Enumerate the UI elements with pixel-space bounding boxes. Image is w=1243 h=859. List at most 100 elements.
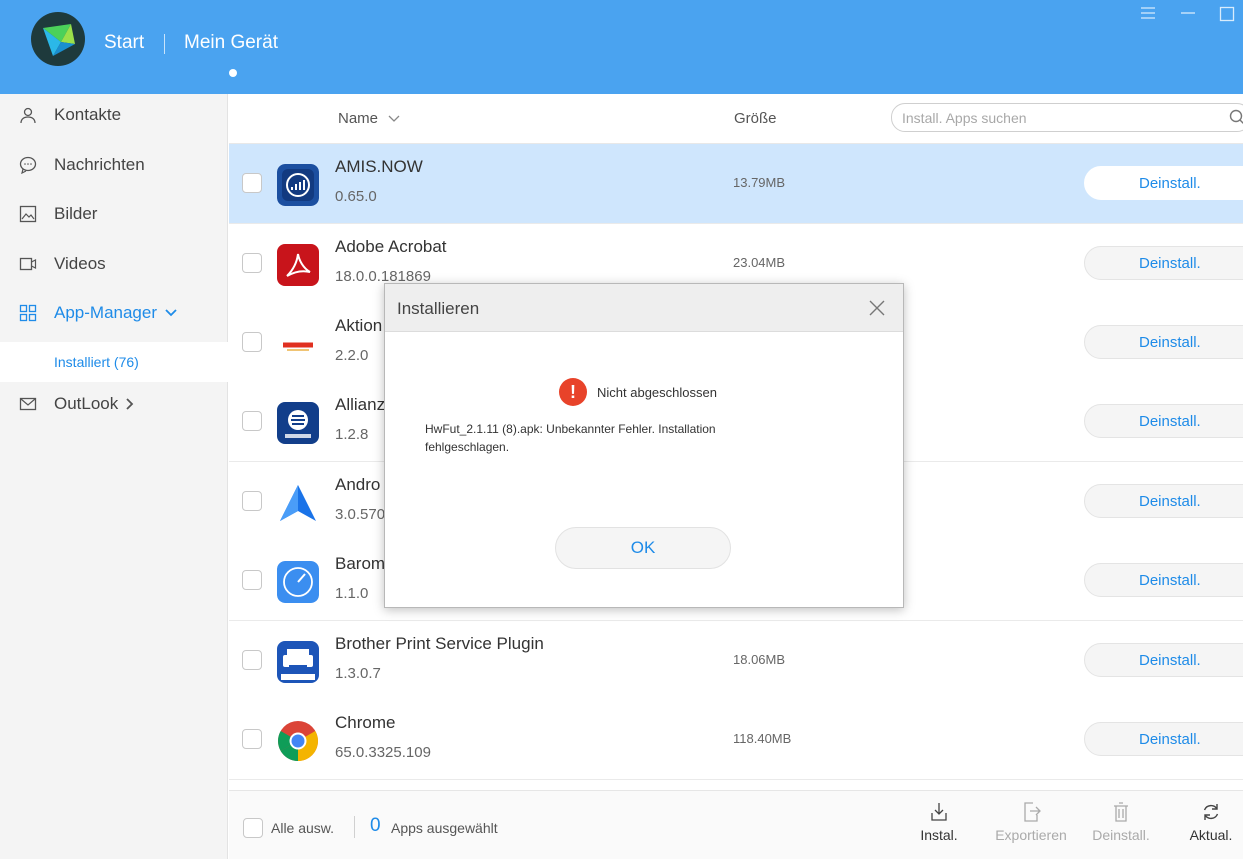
app-version: 1.2.8 (335, 426, 369, 443)
error-status: ! Nicht abgeschlossen (559, 378, 717, 406)
uninstall-button[interactable]: Deinstall. (1084, 722, 1243, 756)
app-logo-icon (31, 12, 85, 66)
image-icon (18, 204, 38, 224)
app-name: Chrome (335, 713, 396, 732)
chrome-app-icon (277, 720, 319, 762)
error-message: HwFut_2.1.11 (8).apk: Unbekannter Fehler… (425, 422, 716, 454)
install-icon (929, 801, 949, 823)
uninstall-button[interactable]: Deinstall. (1084, 484, 1243, 518)
row-checkbox[interactable] (242, 570, 262, 590)
close-icon[interactable] (867, 298, 887, 318)
chevron-down-icon (388, 115, 400, 123)
footer-divider (354, 816, 355, 838)
error-title: Nicht abgeschlossen (597, 384, 717, 400)
uninstall-button[interactable]: Deinstall. (1084, 404, 1243, 438)
sidebar-item-videos[interactable]: Videos (0, 244, 228, 284)
table-header: Name Größe (229, 94, 1243, 144)
row-checkbox[interactable] (242, 650, 262, 670)
sidebar-item-outlook[interactable]: OutLook (0, 384, 228, 424)
row-checkbox[interactable] (242, 173, 262, 193)
minimize-icon[interactable] (1180, 6, 1196, 25)
maximize-icon[interactable] (1219, 6, 1235, 27)
dialog-title: Installieren (397, 299, 480, 318)
app-name: Brother Print Service Plugin (335, 634, 544, 653)
chevron-right-icon (126, 398, 134, 410)
export-icon (1021, 801, 1041, 823)
uninstall-selected-button[interactable]: Deinstall. (1085, 801, 1157, 843)
app-name: Barom (335, 554, 386, 573)
trash-icon (1111, 801, 1131, 823)
search-input[interactable] (891, 103, 1243, 132)
action-bar: Alle ausw. 0 Apps ausgewählt Instal. Exp… (229, 790, 1243, 859)
row-checkbox[interactable] (242, 729, 262, 749)
export-label: Exportieren (995, 827, 1067, 843)
person-icon (18, 105, 38, 125)
sidebar-item-label: OutLook (54, 394, 119, 413)
column-name-label: Name (338, 110, 379, 127)
install-button[interactable]: Instal. (911, 801, 967, 843)
uninstall-button[interactable]: Deinstall. (1084, 166, 1243, 200)
sidebar-subitem-installed[interactable]: Installiert (76) (0, 342, 228, 382)
nav-start[interactable]: Start (104, 32, 144, 54)
barometer-app-icon (277, 561, 319, 603)
uninstall-button[interactable]: Deinstall. (1084, 325, 1243, 359)
row-checkbox[interactable] (242, 411, 262, 431)
app-version: 1.3.0.7 (335, 665, 381, 682)
amis-now-app-icon (277, 164, 319, 206)
row-checkbox[interactable] (242, 491, 262, 511)
select-all-checkbox[interactable] (243, 818, 263, 838)
video-icon (18, 254, 38, 274)
export-button[interactable]: Exportieren (987, 801, 1075, 843)
table-row[interactable]: AMIS.NOW 0.65.0 13.79MB Deinstall. (229, 144, 1243, 224)
app-name: Allianz (335, 395, 386, 414)
chat-bubble-icon (18, 155, 38, 175)
app-version: 2.2.0 (335, 347, 369, 364)
nav-divider (164, 34, 165, 54)
column-name-sort[interactable]: Name (338, 110, 400, 127)
app-name: Andro (335, 475, 381, 494)
aktion-app-icon (277, 323, 319, 365)
adobe-acrobat-app-icon (277, 244, 319, 286)
refresh-icon (1201, 801, 1221, 823)
selected-count: 0 (370, 815, 381, 836)
row-checkbox[interactable] (242, 253, 262, 273)
nav-my-device[interactable]: Mein Gerät (184, 32, 278, 54)
allianz-app-icon (277, 402, 319, 444)
chevron-down-icon (165, 309, 177, 317)
app-size: 13.79MB (733, 175, 786, 190)
sidebar-item-label: Videos (54, 254, 106, 273)
app-name: AMIS.NOW (335, 157, 423, 176)
refresh-label: Aktual. (1189, 827, 1233, 843)
app-size: 118.40MB (733, 731, 792, 746)
dialog-header: Installieren (385, 284, 903, 332)
brother-app-icon (277, 641, 319, 683)
sidebar-item-app-manager[interactable]: App-Manager (0, 293, 228, 333)
menu-icon[interactable] (1140, 6, 1156, 25)
search-icon[interactable] (1229, 109, 1243, 130)
active-nav-indicator (229, 69, 237, 77)
row-checkbox[interactable] (242, 332, 262, 352)
mail-icon (18, 394, 38, 414)
ok-button[interactable]: OK (555, 527, 731, 569)
sidebar-item-label: Kontakte (54, 105, 122, 124)
uninstall-selected-label: Deinstall. (1092, 827, 1150, 843)
table-row[interactable]: Brother Print Service Plugin 1.3.0.7 18.… (229, 621, 1243, 701)
column-size-label: Größe (734, 110, 777, 127)
app-name: Adobe Acrobat (335, 237, 447, 256)
sidebar-item-messages[interactable]: Nachrichten (0, 145, 228, 185)
uninstall-button[interactable]: Deinstall. (1084, 643, 1243, 677)
select-all-label[interactable]: Alle ausw. (271, 820, 334, 836)
sidebar-item-label: Bilder (54, 204, 98, 223)
uninstall-button[interactable]: Deinstall. (1084, 246, 1243, 280)
sidebar: Kontakte Nachrichten Bilder Videos App-M… (0, 94, 228, 859)
table-row[interactable]: Chrome 65.0.3325.109 118.40MB Deinstall. (229, 700, 1243, 780)
sidebar-item-contacts[interactable]: Kontakte (0, 95, 228, 135)
refresh-button[interactable]: Aktual. (1185, 801, 1237, 843)
sidebar-item-pictures[interactable]: Bilder (0, 194, 228, 234)
sidebar-item-label: App-Manager (54, 303, 158, 322)
uninstall-button[interactable]: Deinstall. (1084, 563, 1243, 597)
app-size: 23.04MB (733, 255, 786, 270)
app-size: 18.06MB (733, 652, 786, 667)
selected-label: Apps ausgewählt (391, 820, 498, 836)
app-version: 0.65.0 (335, 188, 377, 205)
